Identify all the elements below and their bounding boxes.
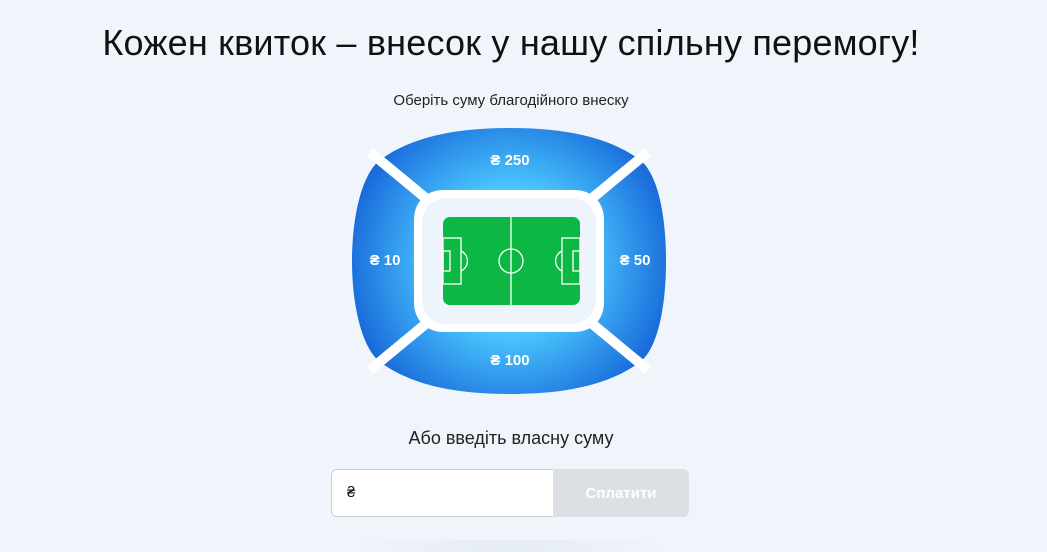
donation-subtitle: Оберіть суму благодійного внеску xyxy=(393,92,629,109)
hryvnia-icon: ₴ xyxy=(347,484,356,501)
football-field xyxy=(442,217,581,305)
pay-button[interactable]: Сплатити xyxy=(553,469,689,517)
sector-50-label: ₴ 50 xyxy=(620,252,651,269)
custom-amount-label: Або введіть власну суму xyxy=(408,428,614,448)
custom-amount-form: ₴ Сплатити xyxy=(331,469,689,517)
amount-input[interactable] xyxy=(364,470,544,516)
partial-content-below xyxy=(350,540,670,552)
stadium-map: ₴ 250 ₴ 10 ₴ 50 ₴ 100 xyxy=(352,128,666,394)
sector-10-label: ₴ 10 xyxy=(370,252,401,269)
sector-100-label: ₴ 100 xyxy=(490,352,529,369)
amount-field-wrapper: ₴ xyxy=(331,469,553,517)
sector-250-label: ₴ 250 xyxy=(490,152,529,169)
page-title: Кожен квиток – внесок у нашу спільну пер… xyxy=(102,22,920,63)
stadium-selector: ₴ 250 ₴ 10 ₴ 50 ₴ 100 xyxy=(348,126,673,396)
